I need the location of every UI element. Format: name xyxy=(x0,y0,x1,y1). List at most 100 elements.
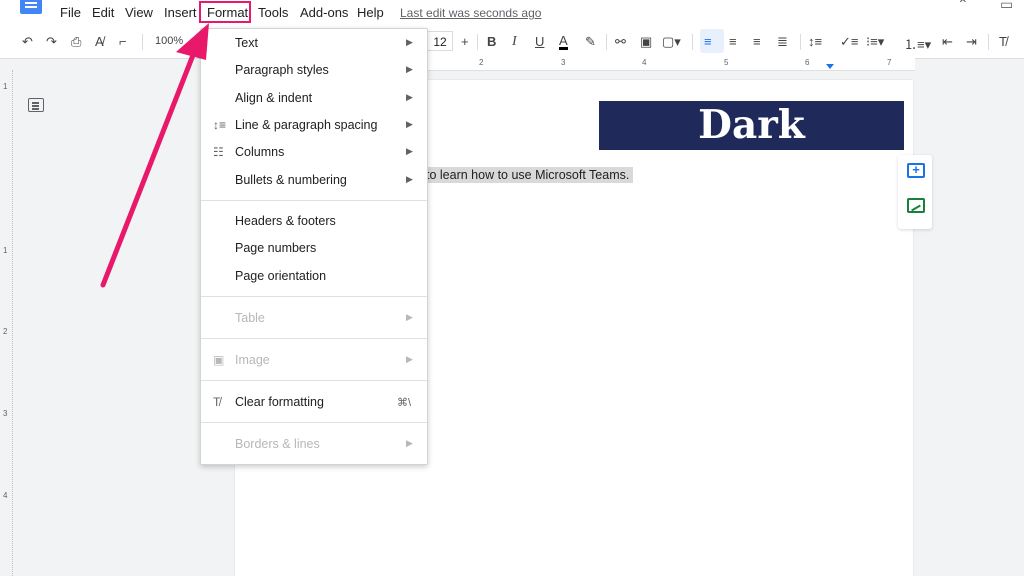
zoom-select[interactable]: 100% xyxy=(155,35,183,47)
menu-item-columns[interactable]: ☷ Columns ▶ xyxy=(201,141,427,165)
menu-view[interactable]: View xyxy=(125,5,153,20)
image-icon: ▣ xyxy=(213,353,225,367)
undo-icon[interactable]: ↶ xyxy=(22,34,33,50)
underline-icon[interactable]: U xyxy=(535,34,544,49)
document-outline-icon[interactable] xyxy=(28,98,44,112)
link-icon[interactable]: ⚯ xyxy=(615,34,626,50)
menu-separator xyxy=(201,296,427,297)
menu-tools[interactable]: Tools xyxy=(258,5,288,20)
menu-item-align-indent[interactable]: Align & indent ▶ xyxy=(201,87,427,111)
menu-item-label: Text xyxy=(235,36,258,50)
highlight-icon[interactable]: ✎ xyxy=(585,34,596,50)
checklist-icon[interactable]: ✓≡ xyxy=(840,34,858,50)
submenu-arrow-icon: ▶ xyxy=(406,438,413,448)
decrease-indent-icon[interactable]: ⇤ xyxy=(942,34,953,50)
last-edit-link[interactable]: Last edit was seconds ago xyxy=(400,6,541,20)
menu-item-bullets-numbering[interactable]: Bullets & numbering ▶ xyxy=(201,169,427,193)
ruler-number: 3 xyxy=(3,409,8,418)
align-center-icon[interactable]: ≡ xyxy=(729,34,737,49)
submenu-arrow-icon: ▶ xyxy=(406,312,413,322)
menu-item-label: Bullets & numbering xyxy=(235,173,347,187)
ruler-number: 3 xyxy=(561,58,566,67)
menu-item-label: Headers & footers xyxy=(235,214,336,228)
line-spacing-icon[interactable]: ↕≡ xyxy=(808,34,822,49)
vertical-ruler[interactable]: 1 1 2 3 4 xyxy=(0,70,13,576)
menu-item-label: Image xyxy=(235,353,270,367)
font-size-input[interactable]: 12 xyxy=(427,31,453,51)
redo-icon[interactable]: ↷ xyxy=(46,34,57,50)
dark-business-watermark: Dark Business xyxy=(599,101,904,197)
selected-text[interactable]: to learn how to use Microsoft Teams. xyxy=(425,167,634,183)
italic-icon[interactable]: I xyxy=(512,34,517,50)
menu-item-paragraph-styles[interactable]: Paragraph styles ▶ xyxy=(201,59,427,83)
menu-edit[interactable]: Edit xyxy=(92,5,114,20)
submenu-arrow-icon: ▶ xyxy=(406,119,413,129)
comment-icon[interactable]: ▣ xyxy=(640,34,652,50)
image-icon[interactable]: ▢▾ xyxy=(662,34,681,50)
text-color-icon[interactable]: A xyxy=(559,34,568,50)
submenu-arrow-icon: ▶ xyxy=(406,174,413,184)
right-indent-marker[interactable] xyxy=(826,64,834,69)
submenu-arrow-icon: ▶ xyxy=(406,92,413,102)
menu-item-label: Line & paragraph spacing xyxy=(235,118,378,132)
paint-format-icon[interactable]: ⌐ xyxy=(119,34,127,49)
menu-item-label: Columns xyxy=(235,145,285,159)
menu-help[interactable]: Help xyxy=(357,5,384,20)
spellcheck-icon[interactable]: A̸ xyxy=(95,34,104,49)
menu-file[interactable]: File xyxy=(60,5,81,20)
toolbar-divider xyxy=(606,34,607,50)
toolbar-divider xyxy=(692,34,693,50)
submenu-arrow-icon: ▶ xyxy=(406,37,413,47)
numbered-list-icon[interactable]: ⒈≡▾ xyxy=(904,34,931,53)
submenu-arrow-icon: ▶ xyxy=(406,354,413,364)
submenu-arrow-icon: ▶ xyxy=(406,146,413,156)
menu-item-label: Clear formatting xyxy=(235,395,324,409)
menu-separator xyxy=(201,380,427,381)
ruler-number: 2 xyxy=(479,58,484,67)
ruler-number: 6 xyxy=(805,58,810,67)
menu-item-text[interactable]: Text ▶ xyxy=(201,32,427,56)
menu-item-headers-footers[interactable]: Headers & footers xyxy=(201,210,427,234)
horizontal-ruler[interactable]: 2 3 4 5 6 7 xyxy=(425,58,915,71)
format-menu-highlight xyxy=(199,1,251,23)
menu-item-page-numbers[interactable]: Page numbers xyxy=(201,237,427,261)
suggest-edits-icon[interactable] xyxy=(907,198,925,213)
menu-insert[interactable]: Insert xyxy=(164,5,197,20)
menu-separator xyxy=(201,422,427,423)
docs-logo-icon[interactable] xyxy=(20,0,42,14)
line-spacing-icon: ↕≡ xyxy=(213,118,227,132)
format-dropdown-menu: Text ▶ Paragraph styles ▶ Align & indent… xyxy=(200,28,428,465)
align-left-icon[interactable]: ≡ xyxy=(704,34,712,49)
toolbar-divider xyxy=(477,34,478,50)
menu-separator xyxy=(201,338,427,339)
toolbar-divider xyxy=(988,34,989,50)
print-icon[interactable]: ⎙ xyxy=(71,34,81,50)
menu-item-label: Table xyxy=(235,311,265,325)
menu-item-line-spacing[interactable]: ↕≡ Line & paragraph spacing ▶ xyxy=(201,114,427,138)
add-comment-icon[interactable]: + xyxy=(907,163,925,178)
clear-formatting-icon[interactable]: T̸ xyxy=(999,34,1007,49)
menu-item-page-orientation[interactable]: Page orientation xyxy=(201,265,427,289)
menu-item-label: Borders & lines xyxy=(235,437,320,451)
ruler-number: 7 xyxy=(887,58,892,67)
justify-icon[interactable]: ≣ xyxy=(777,34,788,50)
activity-icon[interactable]: ⌃ xyxy=(957,0,969,13)
menu-item-table: Table ▶ xyxy=(201,307,427,331)
increase-indent-icon[interactable]: ⇥ xyxy=(966,34,977,50)
menu-item-label: Page orientation xyxy=(235,269,327,283)
toolbar: ↶ ↷ ⎙ A̸ ⌐ 100% 12 + B I U A ✎ ⚯ ▣ ▢▾ ≡ … xyxy=(0,26,1024,59)
submenu-arrow-icon: ▶ xyxy=(406,64,413,74)
menu-bar: File Edit View Insert Format Tools Add-o… xyxy=(0,0,1024,26)
menu-separator xyxy=(201,200,427,201)
toolbar-divider xyxy=(800,34,801,50)
comments-icon[interactable]: ▭ xyxy=(1000,0,1013,13)
menu-addons[interactable]: Add-ons xyxy=(300,5,348,20)
align-right-icon[interactable]: ≡ xyxy=(753,34,761,49)
increase-font-size-button[interactable]: + xyxy=(461,34,469,49)
menu-item-clear-formatting[interactable]: T̸ Clear formatting ⌘\ xyxy=(201,391,427,415)
bold-icon[interactable]: B xyxy=(487,34,496,49)
bulleted-list-icon[interactable]: ⁝≡▾ xyxy=(866,34,884,50)
menu-item-label: Align & indent xyxy=(235,91,313,105)
ruler-number: 5 xyxy=(724,58,729,67)
annotation-arrow-shaft xyxy=(100,47,198,288)
